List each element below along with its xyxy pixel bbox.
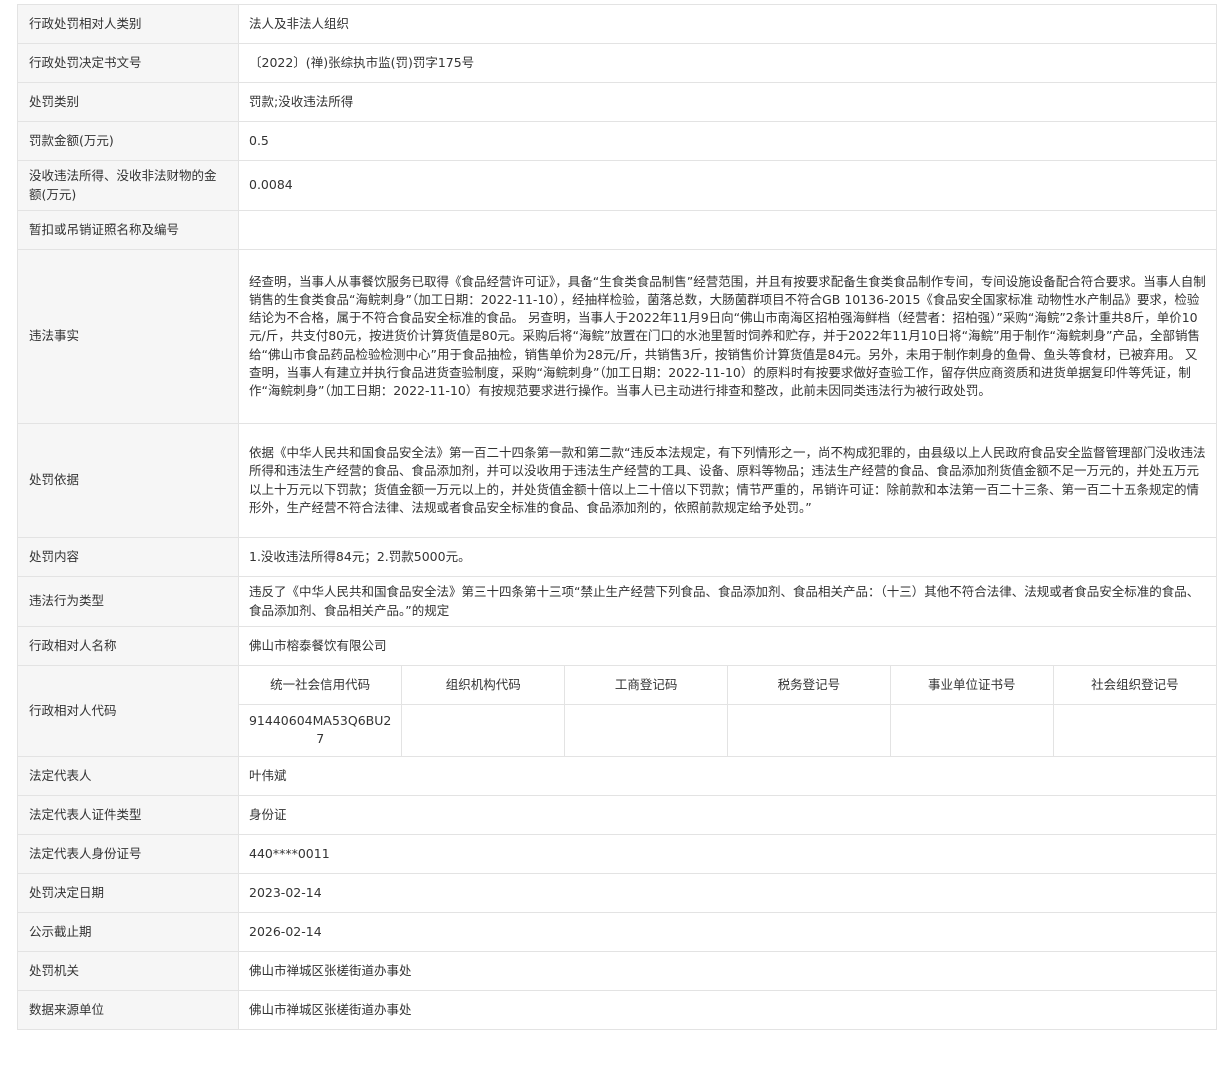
field-label: 处罚决定日期 (17, 873, 239, 913)
field-value: 佛山市禅城区张槎街道办事处 (238, 990, 1217, 1030)
row-publicity-deadline: 公示截止期 2026-02-14 (17, 912, 1217, 952)
field-value: 0.5 (238, 121, 1217, 161)
code-header: 事业单位证书号 (889, 666, 1054, 705)
row-penalty-type: 处罚类别 罚款;没收违法所得 (17, 82, 1217, 122)
field-value: 440****0011 (238, 834, 1217, 874)
field-value (238, 210, 1217, 250)
code-header: 工商登记码 (564, 666, 728, 705)
party-codes-table: 统一社会信用代码 组织机构代码 工商登记码 税务登记号 事业单位证书号 社会组织… (239, 666, 1216, 756)
row-legal-rep-id-type: 法定代表人证件类型 身份证 (17, 795, 1217, 835)
row-violation-type: 违法行为类型 违反了《中华人民共和国食品安全法》第三十四条第十三项“禁止生产经营… (17, 576, 1217, 627)
codes-header-row: 统一社会信用代码 组织机构代码 工商登记码 税务登记号 事业单位证书号 社会组织… (239, 666, 1216, 705)
row-party-category: 行政处罚相对人类别 法人及非法人组织 (17, 4, 1217, 44)
field-value: 法人及非法人组织 (238, 4, 1217, 44)
field-label: 违法事实 (17, 249, 239, 424)
code-value (726, 703, 891, 756)
code-value (889, 703, 1054, 756)
code-value (401, 703, 566, 756)
field-value: 佛山市榕泰餐饮有限公司 (238, 626, 1217, 666)
field-value: 罚款;没收违法所得 (238, 82, 1217, 122)
field-value: 2026-02-14 (238, 912, 1217, 952)
field-value: 身份证 (238, 795, 1217, 835)
code-header: 税务登记号 (726, 666, 891, 705)
row-decision-number: 行政处罚决定书文号 〔2022〕(禅)张综执市监(罚)罚字175号 (17, 43, 1217, 83)
field-label: 违法行为类型 (17, 576, 239, 627)
code-value: 91440604MA53Q6BU27 (239, 703, 403, 756)
row-confiscation-amount: 没收违法所得、没收非法财物的金额(万元) 0.0084 (17, 160, 1217, 211)
field-label: 暂扣或吊销证照名称及编号 (17, 210, 239, 250)
field-label: 处罚依据 (17, 423, 239, 538)
field-label: 法定代表人身份证号 (17, 834, 239, 874)
row-penalty-content: 处罚内容 1.没收违法所得84元；2.罚款5000元。 (17, 537, 1217, 577)
field-value: 0.0084 (238, 160, 1217, 211)
penalty-info-table: 行政处罚相对人类别 法人及非法人组织 行政处罚决定书文号 〔2022〕(禅)张综… (17, 4, 1217, 1030)
field-label: 行政相对人名称 (17, 626, 239, 666)
code-header: 统一社会信用代码 (239, 666, 403, 705)
field-label: 没收违法所得、没收非法财物的金额(万元) (17, 160, 239, 211)
field-label: 行政处罚决定书文号 (17, 43, 239, 83)
row-party-name: 行政相对人名称 佛山市榕泰餐饮有限公司 (17, 626, 1217, 666)
row-fine-amount: 罚款金额(万元) 0.5 (17, 121, 1217, 161)
row-decision-date: 处罚决定日期 2023-02-14 (17, 873, 1217, 913)
field-value: 违反了《中华人民共和国食品安全法》第三十四条第十三项“禁止生产经营下列食品、食品… (238, 576, 1217, 627)
field-label: 法定代表人证件类型 (17, 795, 239, 835)
code-header: 社会组织登记号 (1052, 666, 1216, 705)
row-data-source: 数据来源单位 佛山市禅城区张槎街道办事处 (17, 990, 1217, 1030)
row-legal-rep-id-number: 法定代表人身份证号 440****0011 (17, 834, 1217, 874)
field-label: 处罚类别 (17, 82, 239, 122)
field-label: 数据来源单位 (17, 990, 239, 1030)
penalty-info-panel: 行政处罚相对人类别 法人及非法人组织 行政处罚决定书文号 〔2022〕(禅)张综… (17, 4, 1217, 1030)
field-value: 经查明，当事人从事餐饮服务已取得《食品经营许可证》，具备“生食类食品制售”经营范… (238, 249, 1217, 424)
codes-cell: 统一社会信用代码 组织机构代码 工商登记码 税务登记号 事业单位证书号 社会组织… (238, 665, 1217, 757)
field-value: 依据《中华人民共和国食品安全法》第一百二十四条第一款和第二款“违反本法规定，有下… (238, 423, 1217, 538)
field-label: 罚款金额(万元) (17, 121, 239, 161)
field-label: 处罚内容 (17, 537, 239, 577)
row-party-codes: 行政相对人代码 统一社会信用代码 组织机构代码 工商登记码 税务登记号 事业单位… (17, 665, 1217, 757)
row-penalty-authority: 处罚机关 佛山市禅城区张槎街道办事处 (17, 951, 1217, 991)
row-legal-rep: 法定代表人 叶伟斌 (17, 756, 1217, 796)
field-label: 法定代表人 (17, 756, 239, 796)
code-value (564, 703, 728, 756)
field-label: 行政相对人代码 (17, 665, 239, 757)
codes-value-row: 91440604MA53Q6BU27 (239, 703, 1216, 756)
field-value: 2023-02-14 (238, 873, 1217, 913)
row-license-revocation: 暂扣或吊销证照名称及编号 (17, 210, 1217, 250)
field-value: 佛山市禅城区张槎街道办事处 (238, 951, 1217, 991)
field-value: 叶伟斌 (238, 756, 1217, 796)
code-header: 组织机构代码 (401, 666, 566, 705)
code-value (1052, 703, 1216, 756)
row-violation-facts: 违法事实 经查明，当事人从事餐饮服务已取得《食品经营许可证》，具备“生食类食品制… (17, 249, 1217, 424)
field-label: 公示截止期 (17, 912, 239, 952)
field-value: 1.没收违法所得84元；2.罚款5000元。 (238, 537, 1217, 577)
field-label: 处罚机关 (17, 951, 239, 991)
row-penalty-basis: 处罚依据 依据《中华人民共和国食品安全法》第一百二十四条第一款和第二款“违反本法… (17, 423, 1217, 538)
field-value: 〔2022〕(禅)张综执市监(罚)罚字175号 (238, 43, 1217, 83)
field-label: 行政处罚相对人类别 (17, 4, 239, 44)
